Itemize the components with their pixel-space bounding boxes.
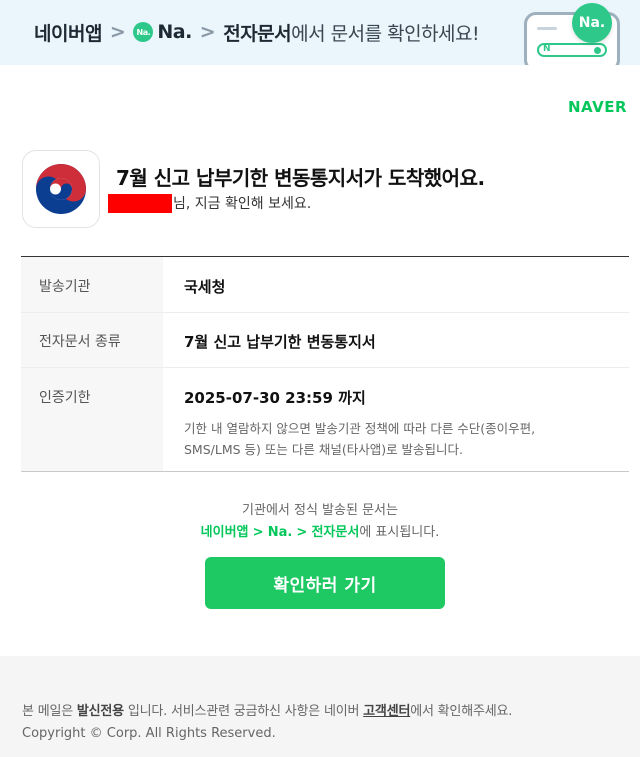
table-row-sender: 발송기관 국세청 xyxy=(21,257,629,313)
org-emblem-icon xyxy=(22,150,100,228)
notice-path-na: Na. xyxy=(267,525,293,540)
na-badge-icon: Na. xyxy=(133,22,154,42)
row-label: 전자문서 종류 xyxy=(21,313,163,367)
footer-text-1: 본 메일은 xyxy=(22,704,77,719)
chevron-right-icon: > xyxy=(252,525,264,540)
banner-suffix: 에서 문서를 확인하세요! xyxy=(291,22,480,45)
redacted-recipient-name xyxy=(108,193,172,213)
row-value: 국세청 xyxy=(184,278,226,296)
row-value: 2025-07-30 23:59 까지 xyxy=(184,389,366,407)
promo-banner[interactable]: 네이버앱 > Na. Na. > 전자문서 에서 문서를 확인하세요! N Na… xyxy=(0,0,640,65)
row-value-container: 2025-07-30 23:59 까지 기한 내 열람하지 않으면 발송기관 정… xyxy=(163,368,629,471)
footer-send-only: 발신전용 xyxy=(76,704,124,719)
footer-text-2: 입니다. 서비스관련 궁금하신 사항은 네이버 xyxy=(123,704,364,719)
banner-text: 네이버앱 > Na. Na. > 전자문서 에서 문서를 확인하세요! xyxy=(34,17,480,47)
page-title: 7월 신고 납부기한 변동통지서가 도착했어요. xyxy=(116,166,485,190)
chevron-right-icon: > xyxy=(109,21,126,43)
table-row-doc-type: 전자문서 종류 7월 신고 납부기한 변동통지서 xyxy=(21,313,629,368)
deadline-note: 기한 내 열람하지 않으면 발송기관 정책에 따라 다른 수단(종이우편, SM… xyxy=(184,421,536,457)
notice-path-edoc: 전자문서 xyxy=(311,525,360,540)
notice-line2: 네이버앱 > Na. > 전자문서에 표시됩니다. xyxy=(0,522,640,544)
phone-search-bar: N xyxy=(537,43,607,57)
footer: 본 메일은 발신전용 입니다. 서비스관련 궁금하신 사항은 네이버 고객센터에… xyxy=(0,656,640,757)
table-row-deadline: 인증기한 2025-07-30 23:59 까지 기한 내 열람하지 않으면 발… xyxy=(21,368,629,471)
notice-line1: 기관에서 정식 발송된 문서는 xyxy=(242,503,398,518)
phone-n-logo: N xyxy=(543,44,551,54)
notice-text: 기관에서 정식 발송된 문서는 네이버앱 > Na. > 전자문서에 표시됩니다… xyxy=(0,500,640,544)
taegeuk-emblem-icon xyxy=(36,164,86,214)
greeting-line: 님, 지금 확인해 보세요. xyxy=(108,193,311,213)
footer-disclaimer: 본 메일은 발신전용 입니다. 서비스관련 궁금하신 사항은 네이버 고객센터에… xyxy=(22,700,512,719)
banner-crumb-na: Na. xyxy=(157,21,192,43)
copyright: Copyright © Corp. All Rights Reserved. xyxy=(22,726,276,741)
naver-logo: NAVER xyxy=(567,98,627,116)
phone-search-dot-icon xyxy=(594,47,601,54)
row-label: 발송기관 xyxy=(21,257,163,312)
go-confirm-button[interactable]: 확인하러 가기 xyxy=(205,557,445,609)
document-info-table: 발송기관 국세청 전자문서 종류 7월 신고 납부기한 변동통지서 인증기한 2… xyxy=(21,256,629,472)
banner-crumb-naver-app: 네이버앱 xyxy=(34,22,102,45)
na-bubble-icon: Na. xyxy=(572,3,612,43)
row-label: 인증기한 xyxy=(21,368,163,471)
chevron-right-icon: > xyxy=(199,21,216,43)
chevron-right-icon: > xyxy=(296,525,308,540)
row-value: 7월 신고 납부기한 변동통지서 xyxy=(184,333,376,351)
phone-line xyxy=(537,27,557,30)
customer-center-link[interactable]: 고객센터 xyxy=(363,704,410,719)
banner-crumb-edoc: 전자문서 xyxy=(223,22,292,45)
notice-path-naver-app: 네이버앱 xyxy=(200,525,249,540)
notice-suffix: 에 표시됩니다. xyxy=(359,525,440,540)
footer-text-3: 에서 확인해주세요. xyxy=(410,704,513,719)
greeting-text: 님, 지금 확인해 보세요. xyxy=(173,196,312,212)
